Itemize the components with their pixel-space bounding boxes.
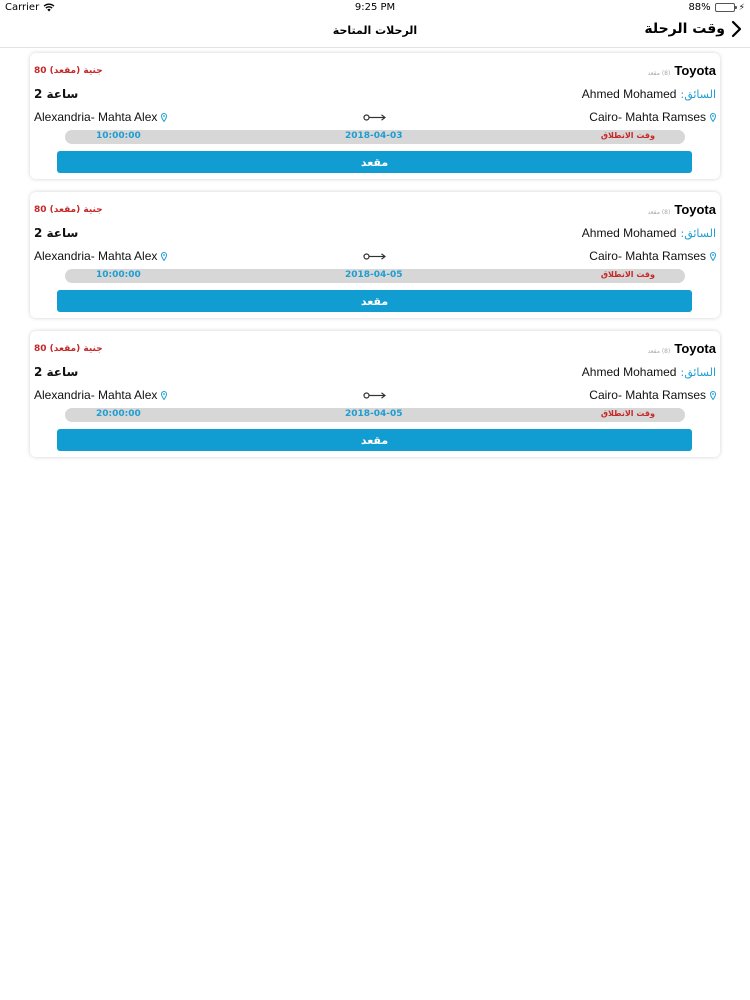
car-info: Toyota (8) مقعد	[648, 63, 716, 78]
location-pin-icon	[710, 390, 716, 400]
seats-note: (8) مقعد	[647, 70, 671, 77]
route-arrow-icon	[363, 253, 386, 260]
location-pin-icon	[710, 251, 716, 261]
departure-time: 10:00:00	[96, 131, 141, 141]
destination: Alexandria- Mahta Alex	[34, 110, 168, 124]
departure-time: 10:00:00	[96, 270, 141, 280]
trip-card: Toyota (8) مقعد 80 جنية (مقعد) السائق: A…	[30, 192, 720, 318]
departure-label: وقت الانطلاق	[600, 131, 655, 140]
departure-label: وقت الانطلاق	[600, 409, 655, 418]
origin: Cairo- Mahta Ramses	[589, 249, 716, 263]
departure-date: 2018-04-05	[345, 409, 403, 419]
driver-label: السائق:	[680, 227, 716, 240]
car-name: Toyota	[674, 341, 716, 356]
battery-icon	[714, 3, 737, 12]
trip-list: Toyota (8) مقعد 80 جنية (مقعد) السائق: A…	[30, 53, 720, 470]
destination-text: Alexandria- Mahta Alex	[34, 110, 158, 124]
origin-text: Cairo- Mahta Ramses	[589, 110, 706, 124]
departure-time: 20:00:00	[96, 409, 141, 419]
destination: Alexandria- Mahta Alex	[34, 249, 168, 263]
route-arrow-icon	[363, 114, 386, 121]
driver-info: السائق: Ahmed Mohamed	[582, 365, 716, 379]
destination-text: Alexandria- Mahta Alex	[34, 249, 158, 263]
nav-bar: الرحلات المتاحة وقت الرحلة	[0, 16, 750, 48]
car-name: Toyota	[674, 202, 716, 217]
destination-text: Alexandria- Mahta Alex	[34, 388, 158, 402]
route-arrow-icon	[363, 392, 386, 399]
trip-price: 80 جنية (مقعد)	[34, 66, 103, 76]
location-pin-icon	[161, 390, 168, 400]
charging-icon: ⚡	[738, 2, 745, 13]
trip-card: Toyota (8) مقعد 80 جنية (مقعد) السائق: A…	[30, 331, 720, 457]
departure-bar: 10:00:00 2018-04-03 وقت الانطلاق	[65, 130, 685, 144]
trip-duration: 2 ساعة	[34, 87, 79, 101]
car-info: Toyota (8) مقعد	[648, 202, 716, 217]
departure-label: وقت الانطلاق	[600, 270, 655, 279]
location-pin-icon	[710, 112, 716, 122]
book-seat-button[interactable]: مقعد	[57, 151, 692, 173]
driver-label: السائق:	[680, 88, 716, 101]
departure-date: 2018-04-05	[345, 270, 403, 280]
departure-bar: 20:00:00 2018-04-05 وقت الانطلاق	[65, 408, 685, 422]
back-label: وقت الرحلة	[644, 21, 725, 37]
car-info: Toyota (8) مقعد	[648, 341, 716, 356]
driver-name: Ahmed Mohamed	[581, 226, 677, 240]
seats-note: (8) مقعد	[647, 209, 671, 216]
driver-label: السائق:	[680, 366, 716, 379]
seats-note: (8) مقعد	[647, 348, 671, 355]
driver-name: Ahmed Mohamed	[581, 365, 677, 379]
book-seat-button[interactable]: مقعد	[57, 290, 692, 312]
destination: Alexandria- Mahta Alex	[34, 388, 168, 402]
battery-percent: 88%	[688, 2, 711, 13]
location-pin-icon	[161, 112, 168, 122]
origin-text: Cairo- Mahta Ramses	[589, 249, 706, 263]
battery-indicator: 88% ⚡	[688, 2, 745, 13]
book-seat-button[interactable]: مقعد	[57, 429, 692, 451]
trip-price: 80 جنية (مقعد)	[34, 205, 103, 215]
back-button[interactable]: وقت الرحلة	[644, 20, 742, 38]
car-name: Toyota	[674, 63, 716, 78]
trip-card: Toyota (8) مقعد 80 جنية (مقعد) السائق: A…	[30, 53, 720, 179]
origin: Cairo- Mahta Ramses	[589, 110, 716, 124]
trip-duration: 2 ساعة	[34, 226, 79, 240]
location-pin-icon	[161, 251, 168, 261]
origin: Cairo- Mahta Ramses	[589, 388, 716, 402]
page-title: الرحلات المتاحة	[332, 24, 418, 37]
driver-info: السائق: Ahmed Mohamed	[582, 226, 716, 240]
trip-duration: 2 ساعة	[34, 365, 79, 379]
status-bar: Carrier 9:25 PM 88% ⚡	[0, 0, 750, 16]
origin-text: Cairo- Mahta Ramses	[589, 388, 706, 402]
clock: 9:25 PM	[354, 2, 396, 13]
chevron-right-icon	[731, 20, 742, 38]
departure-bar: 10:00:00 2018-04-05 وقت الانطلاق	[65, 269, 685, 283]
driver-name: Ahmed Mohamed	[581, 87, 677, 101]
departure-date: 2018-04-03	[345, 131, 403, 141]
driver-info: السائق: Ahmed Mohamed	[582, 87, 716, 101]
trip-price: 80 جنية (مقعد)	[34, 344, 103, 354]
